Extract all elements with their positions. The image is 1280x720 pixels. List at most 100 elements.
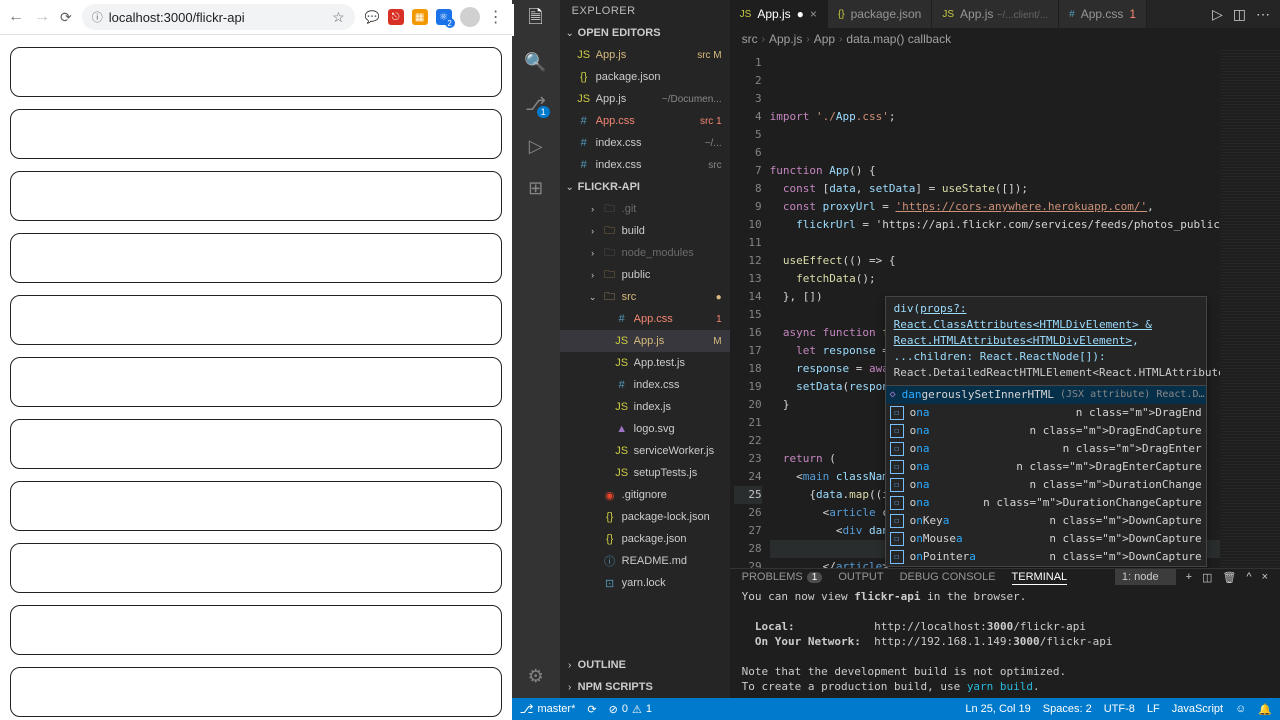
reload-button[interactable]: ⟳ [60,9,72,26]
file-icon: # [576,159,592,171]
file-item[interactable]: JSserviceWorker.js [560,440,730,462]
close-panel-icon[interactable]: × [1262,571,1268,583]
open-editor-item[interactable]: JSApp.jssrc M [560,44,730,66]
file-icon: {} [838,9,845,20]
site-info-icon: ⓘ [92,9,103,25]
problems-tab[interactable]: PROBLEMS1 [742,569,823,585]
extension-icon[interactable]: ▦ [412,9,428,25]
file-item[interactable]: JSApp.test.js [560,352,730,374]
code-editor[interactable]: import './App.css'; function App() { con… [770,50,1220,568]
file-item[interactable]: JSApp.jsM [560,330,730,352]
breadcrumb-item[interactable]: App.js [769,32,802,46]
folder-item[interactable]: ›🗀public [560,264,730,286]
folder-item[interactable]: ›🗀build [560,220,730,242]
completion-item[interactable]: ☐onMousean class="m">DownCapture [886,530,1206,548]
minimap[interactable] [1220,50,1280,568]
status-language[interactable]: JavaScript [1172,703,1223,715]
folder-name: build [622,225,718,237]
run-icon[interactable]: ▷ [1212,6,1223,23]
status-indent[interactable]: Spaces: 2 [1043,703,1092,715]
open-editor-item[interactable]: #App.csssrc 1 [560,110,730,132]
folder-item[interactable]: ›🗀node_modules [560,242,730,264]
chat-extension-icon[interactable]: 💬 [365,10,380,24]
breadcrumbs[interactable]: src›App.js›App›data.map() callback [730,28,1280,50]
profile-avatar[interactable] [460,7,480,27]
editor-tab[interactable]: {}package.json [828,0,932,28]
status-eol[interactable]: LF [1147,703,1160,715]
editor-tab[interactable]: JSApp.js●× [730,0,828,28]
editor-tab[interactable]: #App.css1 [1059,0,1147,28]
completion-item[interactable]: ☐onan class="m">DragEnter [886,440,1206,458]
completion-item[interactable]: ☐onan class="m">DragEnd [886,404,1206,422]
open-editor-item[interactable]: {}package.json [560,66,730,88]
folder-section[interactable]: ⌄FLICKR-API [560,176,730,198]
completion-item[interactable]: ☐onKeyan class="m">DownCapture [886,512,1206,530]
folder-item[interactable]: ›🗀.git [560,198,730,220]
completion-item[interactable]: ◇dangerouslySetInnerHTML(JSX attribute) … [886,386,1206,404]
output-tab[interactable]: OUTPUT [838,569,883,585]
file-item[interactable]: JSsetupTests.js [560,462,730,484]
search-activity-icon[interactable]: 🔍 [524,50,548,74]
status-branch[interactable]: ⎇master* [520,702,576,716]
status-sync[interactable]: ⟳ [587,703,596,716]
npm-scripts-section[interactable]: ›NPM SCRIPTS [560,676,730,698]
status-encoding[interactable]: UTF-8 [1104,703,1135,715]
outline-section[interactable]: ›OUTLINE [560,654,730,676]
article-card [10,109,502,159]
terminal-output[interactable]: You can now view flickr-api in the brows… [730,585,1280,713]
address-bar[interactable]: ⓘ localhost:3000/flickr-api ☆ [82,4,355,30]
completion-item[interactable]: ☐onan class="m">DurationChange [886,476,1206,494]
file-item[interactable]: {}package-lock.json [560,506,730,528]
file-item[interactable]: ⓘREADME.md [560,550,730,572]
folder-item[interactable]: ⌄🗀src● [560,286,730,308]
completion-item[interactable]: ☐onPointeran class="m">DownCapture [886,548,1206,566]
file-item[interactable]: #App.css1 [560,308,730,330]
browser-menu-icon[interactable]: ⋮ [488,7,504,27]
file-item[interactable]: ◉.gitignore [560,484,730,506]
warning-icon: ⚠ [632,703,642,716]
scm-activity-icon[interactable]: ⎇1 [524,92,548,116]
split-editor-icon[interactable]: ◫ [1233,6,1246,23]
intellisense-popup[interactable]: div(props?: React.ClassAttributes<HTMLDi… [885,296,1207,567]
file-item[interactable]: ⊡yarn.lock [560,572,730,594]
completion-item[interactable]: ☐onan class="m">DragEndCapture [886,422,1206,440]
bookmark-icon[interactable]: ☆ [332,9,345,26]
breadcrumb-item[interactable]: src [742,32,758,46]
editor-tab[interactable]: JSApp.js ~/...client/... [932,0,1059,28]
article-card [10,295,502,345]
split-terminal-icon[interactable]: ◫ [1202,571,1212,584]
file-item[interactable]: ▲logo.svg [560,418,730,440]
debug-activity-icon[interactable]: ▷ [524,134,548,158]
explorer-activity-icon[interactable]: 🗎 [524,8,548,32]
adblock-extension-icon[interactable]: ⎋ [388,9,404,25]
file-item[interactable]: {}package.json [560,528,730,550]
status-feedback[interactable]: ☺ [1235,703,1246,715]
more-actions-icon[interactable]: ⋯ [1256,6,1270,23]
file-item[interactable]: #index.css [560,374,730,396]
completion-item[interactable]: ☐onan class="m">DragEnterCapture [886,458,1206,476]
open-editor-item[interactable]: #index.csssrc [560,154,730,176]
open-editor-item[interactable]: JSApp.js~/Documen... [560,88,730,110]
breadcrumb-item[interactable]: App [814,32,835,46]
open-editor-item[interactable]: #index.css~/... [560,132,730,154]
status-problems[interactable]: ⊘0 ⚠1 [609,703,652,716]
extensions-activity-icon[interactable]: ⊞ [524,176,548,200]
open-editors-section[interactable]: ⌄OPEN EDITORS [560,22,730,44]
back-button[interactable]: ← [8,8,24,26]
debug-console-tab[interactable]: DEBUG CONSOLE [900,569,996,585]
breadcrumb-item[interactable]: data.map() callback [846,32,951,46]
kill-terminal-icon[interactable]: 🗑 [1222,571,1236,584]
maximize-panel-icon[interactable]: ^ [1246,571,1251,583]
browser-viewport [0,35,512,720]
react-devtools-icon[interactable]: ⚛2 [436,9,452,25]
file-item[interactable]: JSindex.js [560,396,730,418]
terminal-tab[interactable]: TERMINAL [1012,569,1068,585]
status-cursor[interactable]: Ln 25, Col 19 [965,703,1030,715]
terminal-selector[interactable]: 1: node [1115,569,1176,585]
settings-activity-icon[interactable]: ⚙ [524,664,548,688]
status-notifications-icon[interactable]: 🔔 [1258,703,1272,716]
close-tab-icon[interactable]: × [810,7,817,21]
new-terminal-icon[interactable]: + [1186,571,1192,583]
completion-item[interactable]: ☐onan class="m">DurationChangeCapture [886,494,1206,512]
forward-button[interactable]: → [34,8,50,26]
